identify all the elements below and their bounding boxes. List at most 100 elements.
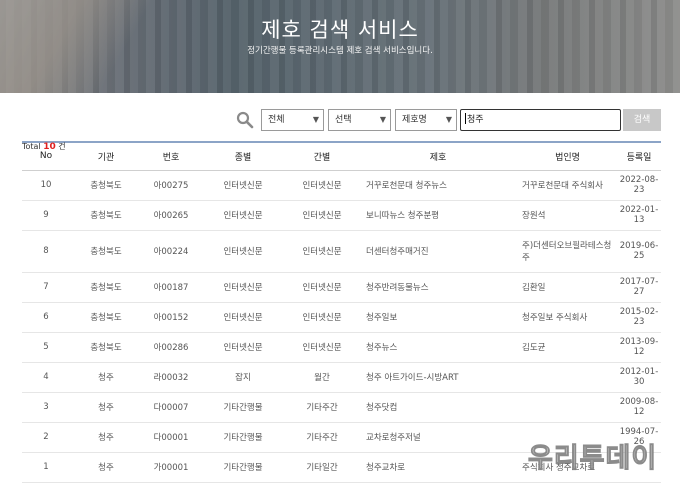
cell-number: 아00265 [142,200,200,231]
cell-kind: 인터넷신문 [200,230,286,273]
cell-no: 5 [22,332,70,363]
cell-agency: 청주 [70,362,142,393]
cell-date: 2022-01-13 [617,200,661,231]
cell-date: 2015-02-23 [617,302,661,333]
cell-no: 8 [22,230,70,273]
search-input[interactable]: 청주 [460,109,621,131]
category-select-value: 전체 [268,115,285,125]
cell-title[interactable]: 교차로청주저널 [358,422,518,453]
cell-title[interactable]: 청주반려동물뉴스 [358,272,518,303]
chevron-down-icon: ▼ [312,115,319,124]
cell-corp: 김환일 [518,272,617,303]
cell-no: 3 [22,392,70,423]
table-row[interactable]: 6 충청북도 아00152 인터넷신문 인터넷신문 청주일보 청주일보 주식회사… [22,302,661,333]
cell-period: 인터넷신문 [286,272,358,303]
type-select[interactable]: 선택 ▼ [328,109,391,131]
page-title: 제호 검색 서비스 [261,18,419,42]
cell-period: 기타주간 [286,422,358,453]
table-row[interactable]: 4 청주 라00032 잡지 월간 청주 아트가이드-시방ART 2012-01… [22,362,661,393]
cell-title[interactable]: 청주일보 [358,302,518,333]
cell-agency: 충청북도 [70,332,142,363]
cell-period: 인터넷신문 [286,170,358,201]
page-subtitle: 정기간행물 등록관리시스템 제호 검색 서비스입니다. [247,46,433,56]
cell-title[interactable]: 거꾸로천문대 청주뉴스 [358,170,518,201]
cell-period: 인터넷신문 [286,200,358,231]
cell-title[interactable]: 더센터청주매거진 [358,230,518,273]
watermark-logo: 우리투데이 [527,443,658,475]
search-icon [236,111,254,129]
cell-date: 2012-01-30 [617,362,661,393]
col-header-no: No [22,143,70,171]
cell-period: 인터넷신문 [286,332,358,363]
table-row[interactable]: 10 충청북도 아00275 인터넷신문 인터넷신문 거꾸로천문대 청주뉴스 거… [22,170,661,201]
cell-title[interactable]: 보니따뉴스 청주분평 [358,200,518,231]
cell-period: 인터넷신문 [286,230,358,273]
cell-agency: 충청북도 [70,170,142,201]
cell-corp: 청주일보 주식회사 [518,302,617,333]
field-select-value: 제호명 [402,115,427,125]
col-header-corp: 법인명 [518,143,617,171]
col-header-date: 등록일 [617,143,661,171]
cell-date: 2017-07-27 [617,272,661,303]
chevron-down-icon: ▼ [379,115,386,124]
col-header-title: 제호 [358,143,518,171]
cell-kind: 기타간행물 [200,422,286,453]
table-row[interactable]: 3 청주 다00007 기타간행물 기타주간 청주닷컴 2009-08-12 [22,392,661,423]
col-header-kind: 종별 [200,143,286,171]
table-row[interactable]: 7 충청북도 아00187 인터넷신문 인터넷신문 청주반려동물뉴스 김환일 2… [22,272,661,303]
cell-period: 월간 [286,362,358,393]
cell-date: 2009-08-12 [617,392,661,423]
cell-title[interactable]: 청주 아트가이드-시방ART [358,362,518,393]
cell-title[interactable]: 청주교차로 [358,452,518,483]
cell-kind: 인터넷신문 [200,302,286,333]
category-select[interactable]: 전체 ▼ [261,109,324,131]
cell-title[interactable]: 청주닷컴 [358,392,518,423]
cell-number: 아00275 [142,170,200,201]
cell-no: 9 [22,200,70,231]
cell-number: 아00286 [142,332,200,363]
cell-kind: 인터넷신문 [200,332,286,363]
cell-corp [518,362,617,393]
cell-title[interactable]: 청주뉴스 [358,332,518,363]
text-caret [465,113,466,124]
col-header-agency: 기관 [70,143,142,171]
cell-number: 다00001 [142,422,200,453]
cell-period: 기타주간 [286,392,358,423]
table-header-row: No 기관 번호 종별 간별 제호 법인명 등록일 [22,143,661,171]
cell-agency: 청주 [70,452,142,483]
search-bar: 전체 ▼ 선택 ▼ 제호명 ▼ 청주 검색 [0,109,680,131]
cell-no: 2 [22,422,70,453]
search-input-value: 청주 [467,115,484,125]
search-button[interactable]: 검색 [623,109,661,131]
table-row[interactable]: 8 충청북도 아00224 인터넷신문 인터넷신문 더센터청주매거진 주)더센터… [22,230,661,273]
cell-corp: 거꾸로천문대 주식회사 [518,170,617,201]
cell-kind: 잡지 [200,362,286,393]
table-row[interactable]: 9 충청북도 아00265 인터넷신문 인터넷신문 보니따뉴스 청주분평 장원석… [22,200,661,231]
cell-date: 2019-06-25 [617,230,661,273]
cell-no: 4 [22,362,70,393]
cell-no: 7 [22,272,70,303]
cell-agency: 청주 [70,392,142,423]
cell-kind: 인터넷신문 [200,200,286,231]
cell-agency: 충청북도 [70,272,142,303]
chevron-down-icon: ▼ [445,115,452,124]
cell-date: 2013-09-12 [617,332,661,363]
hero-banner: 제호 검색 서비스 정기간행물 등록관리시스템 제호 검색 서비스입니다. [0,0,680,93]
cell-number: 다00007 [142,392,200,423]
cell-period: 기타일간 [286,452,358,483]
cell-agency: 충청북도 [70,200,142,231]
cell-agency: 충청북도 [70,302,142,333]
field-select[interactable]: 제호명 ▼ [395,109,457,131]
cell-kind: 기타간행물 [200,452,286,483]
cell-number: 아00224 [142,230,200,273]
cell-date: 2022-08-23 [617,170,661,201]
cell-no: 10 [22,170,70,201]
cell-no: 6 [22,302,70,333]
cell-number: 라00032 [142,362,200,393]
table-row[interactable]: 5 충청북도 아00286 인터넷신문 인터넷신문 청주뉴스 김도균 2013-… [22,332,661,363]
type-select-value: 선택 [335,115,352,125]
col-header-number: 번호 [142,143,200,171]
cell-kind: 인터넷신문 [200,170,286,201]
cell-kind: 기타간행물 [200,392,286,423]
cell-number: 아00152 [142,302,200,333]
